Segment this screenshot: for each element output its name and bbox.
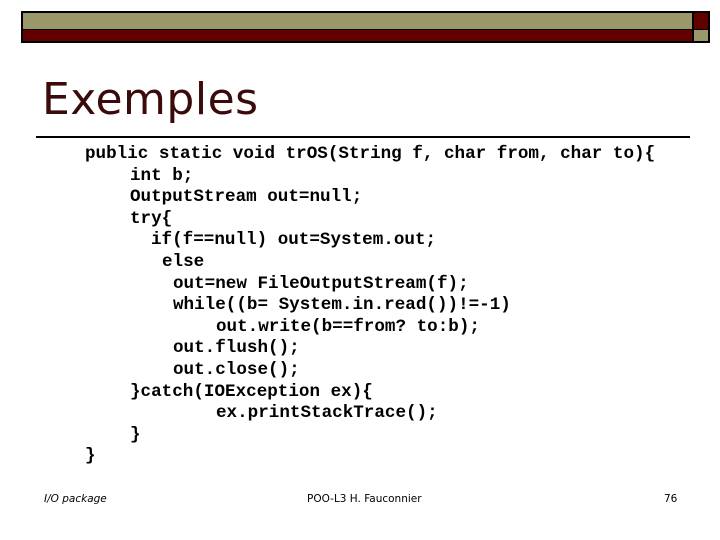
header-bar-olive (21, 11, 694, 30)
code-line: ex.printStackTrace(); (216, 403, 438, 424)
code-line: out.close(); (173, 360, 300, 380)
footer-page-number: 76 (664, 493, 678, 505)
slide-title: Exemples (42, 74, 259, 125)
footer-author: POO-L3 H. Fauconnier (307, 493, 422, 505)
code-line: else (162, 252, 205, 272)
header-bar-maroon (21, 29, 694, 43)
header-square-olive (692, 29, 710, 43)
code-line: int b; (130, 165, 194, 186)
title-underline (36, 136, 690, 138)
code-line: out.flush(); (173, 338, 300, 359)
code-line: try{ (130, 208, 173, 229)
code-line: }catch(IOException ex){ (130, 381, 373, 402)
code-line: if(f==null) out=System.out; (151, 230, 437, 251)
code-line: public static void trOS(String f, char f… (85, 144, 656, 164)
code-line: } (130, 424, 141, 445)
code-line: out=new FileOutputStream(f); (173, 273, 469, 294)
code-line: while((b= System.in.read())!=-1) (173, 295, 511, 316)
code-line: OutputStream out=null; (130, 187, 363, 208)
slide: Exemples public static void trOS(String … (0, 0, 720, 540)
footer-section-label: I/O package (44, 493, 107, 505)
code-line: out.write(b==from? to:b); (216, 316, 480, 337)
code-line: } (85, 446, 96, 467)
header-square-maroon (692, 11, 710, 30)
